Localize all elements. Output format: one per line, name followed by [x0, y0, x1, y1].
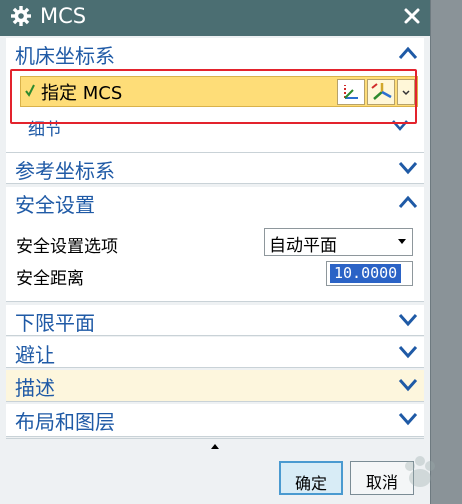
mcs-dialog: MCS 机床坐标系 指定 MCS 细节 参考坐标系 安全设置 安全设置选项 自动… — [0, 0, 435, 504]
section-description[interactable]: 描述 — [6, 370, 424, 402]
section-title-avoidance: 避让 — [15, 343, 55, 367]
specify-mcs-label: 指定 MCS — [41, 83, 123, 104]
section-title-lower-plane: 下限平面 — [15, 311, 95, 335]
chevron-down-icon[interactable] — [398, 313, 418, 327]
csys-dialog-button[interactable] — [337, 79, 365, 105]
section-layout-layers[interactable]: 布局和图层 — [6, 404, 424, 437]
section-avoidance[interactable]: 避让 — [6, 337, 424, 368]
safety-distance-value: 10.0000 — [330, 264, 402, 283]
close-icon[interactable] — [402, 6, 422, 26]
chevron-down-icon — [402, 90, 410, 96]
chevron-down-icon[interactable] — [398, 378, 418, 392]
collapse-arrow-icon — [211, 444, 219, 449]
dialog-title: MCS — [40, 4, 87, 28]
check-icon — [25, 84, 35, 97]
safety-option-label: 安全设置选项 — [16, 237, 118, 257]
safety-option-select[interactable]: 自动平面 — [264, 228, 413, 256]
csys-icon — [344, 85, 358, 99]
safety-distance-label: 安全距离 — [16, 269, 84, 289]
section-reference-csys[interactable]: 参考坐标系 — [6, 153, 424, 184]
chevron-down-icon[interactable] — [398, 345, 418, 359]
csys-type-button[interactable] — [367, 79, 395, 105]
safety-option-value: 自动平面 — [269, 236, 337, 256]
section-safety: 安全设置 安全设置选项 自动平面 安全距离 10.0000 — [6, 187, 424, 302]
chevron-down-icon[interactable] — [398, 412, 418, 426]
section-title-machine-csys[interactable]: 机床坐标系 — [15, 40, 115, 69]
section-lower-plane[interactable]: 下限平面 — [6, 305, 424, 336]
section-title-description: 描述 — [15, 376, 55, 400]
watermark-logo-icon — [405, 456, 435, 487]
safety-distance-input[interactable]: 10.0000 — [326, 261, 413, 286]
title-bar[interactable]: MCS — [0, 0, 430, 36]
chevron-up-icon[interactable] — [398, 195, 418, 209]
chevron-down-icon[interactable] — [390, 118, 410, 132]
csys-axes-icon — [371, 83, 392, 100]
section-title-reference-csys: 参考坐标系 — [15, 159, 115, 183]
chevron-down-icon[interactable] — [398, 161, 418, 175]
csys-type-dropdown[interactable] — [397, 79, 415, 105]
details-subsection-title[interactable]: 细节 — [28, 115, 62, 140]
section-title-layout-layers: 布局和图层 — [15, 410, 115, 434]
chevron-up-icon[interactable] — [398, 46, 418, 60]
specify-mcs-row[interactable]: 指定 MCS — [20, 76, 418, 107]
ok-button[interactable]: 确定 — [279, 461, 343, 495]
ok-button-label: 确定 — [294, 474, 327, 493]
section-title-safety[interactable]: 安全设置 — [15, 189, 95, 218]
dropdown-arrow-icon — [398, 239, 406, 244]
section-machine-csys: 机床坐标系 指定 MCS 细节 — [6, 38, 424, 153]
gear-icon — [11, 6, 31, 26]
